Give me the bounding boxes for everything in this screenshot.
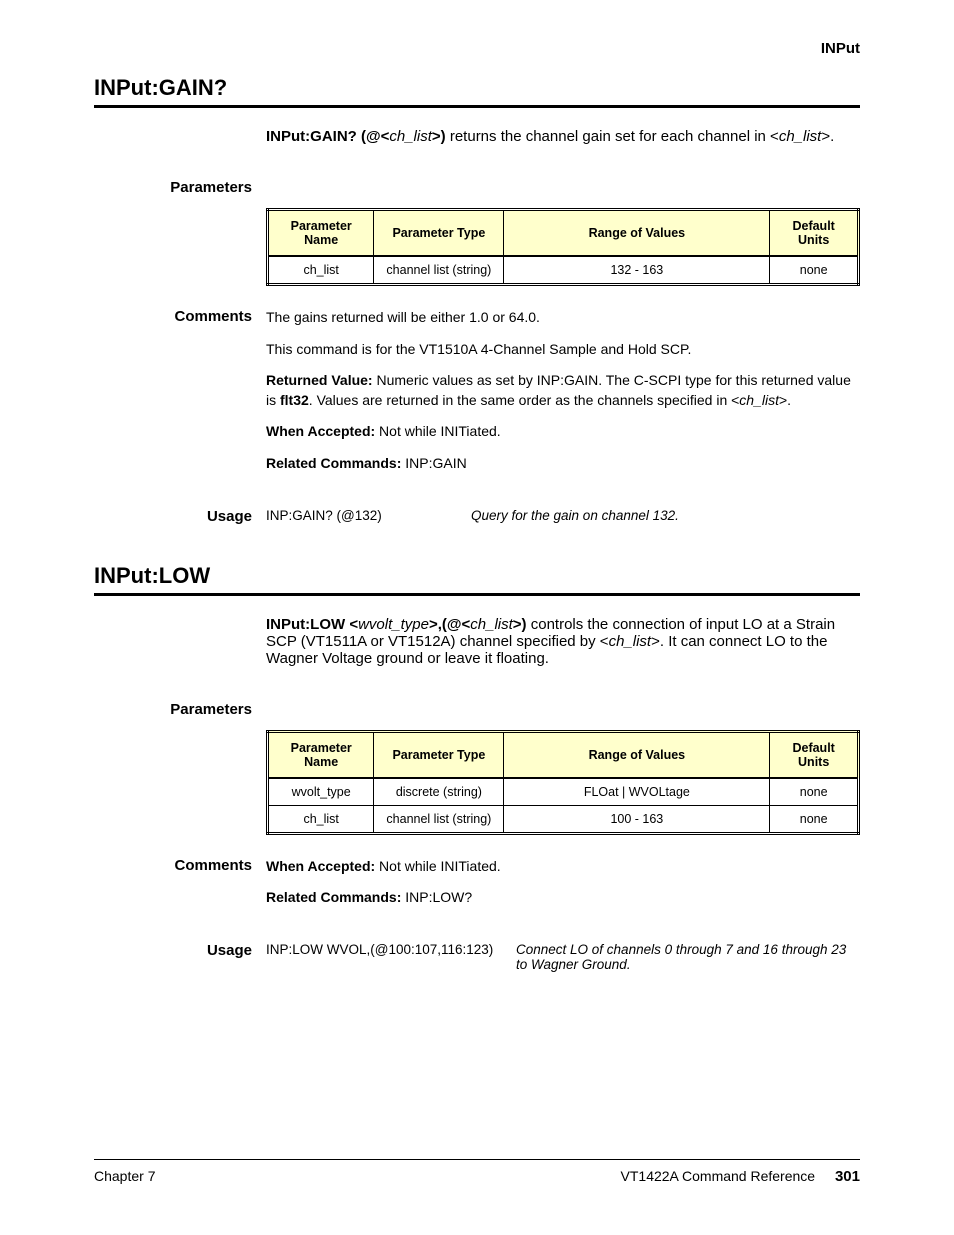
section-title-low: INPut:LOW xyxy=(94,563,860,589)
comment-line: This command is for the VT1510A 4-Channe… xyxy=(266,340,860,360)
table-row: ch_list channel list (string) 132 - 163 … xyxy=(268,256,859,285)
usage-line: INP:LOW WVOL,(@100:107,116:123) Connect … xyxy=(266,942,860,972)
cell: none xyxy=(770,805,859,833)
table-row: Parameter Name Parameter Type Range of V… xyxy=(268,731,859,778)
syntax-text: >) xyxy=(432,128,446,145)
comment-line: The gains returned will be either 1.0 or… xyxy=(266,308,860,328)
syntax-gain: INPut:GAIN? (@<ch_list>) returns the cha… xyxy=(266,128,860,145)
side-blank xyxy=(94,128,266,145)
usage-code: INP:LOW WVOL,(@100:107,116:123) xyxy=(266,942,516,972)
page-number: 301 xyxy=(835,1168,860,1185)
syntax-tail: returns the channel gain set for each ch… xyxy=(450,128,834,145)
usage-desc: Query for the gain on channel 132. xyxy=(471,508,679,523)
side-blank xyxy=(94,616,266,667)
cell: none xyxy=(770,778,859,806)
col-header: Parameter Type xyxy=(374,731,504,778)
parameters-table-gain: Parameter Name Parameter Type Range of V… xyxy=(266,208,860,286)
table-row: Parameter Name Parameter Type Range of V… xyxy=(268,210,859,257)
label-parameters: Parameters xyxy=(94,701,266,718)
comment-line: When Accepted: Not while INITiated. xyxy=(266,857,860,877)
label-comments: Comments xyxy=(94,857,266,920)
syntax-param: ch_list xyxy=(389,128,432,145)
comments-low: When Accepted: Not while INITiated. Rela… xyxy=(266,857,860,920)
usage-line: INP:GAIN? (@132) Query for the gain on c… xyxy=(266,508,860,523)
col-header: Range of Values xyxy=(504,210,770,257)
parameters-table-low: Parameter Name Parameter Type Range of V… xyxy=(266,730,860,835)
cell: FLOat | WVOLtage xyxy=(504,778,770,806)
table-row: wvolt_type discrete (string) FLOat | WVO… xyxy=(268,778,859,806)
page-footer: Chapter 7 VT1422A Command Reference 301 xyxy=(94,1159,860,1185)
section-rule xyxy=(94,593,860,596)
col-header: Default Units xyxy=(770,210,859,257)
page-header-right: INPut xyxy=(94,40,860,57)
cell: wvolt_type xyxy=(268,778,374,806)
col-header: Range of Values xyxy=(504,731,770,778)
cell: ch_list xyxy=(268,805,374,833)
comment-line: Returned Value: Numeric values as set by… xyxy=(266,371,860,410)
cell: 100 - 163 xyxy=(504,805,770,833)
label-parameters: Parameters xyxy=(94,179,266,196)
comment-line: When Accepted: Not while INITiated. xyxy=(266,422,860,442)
footer-doc-title: VT1422A Command Reference xyxy=(621,1168,816,1184)
comments-gain: The gains returned will be either 1.0 or… xyxy=(266,308,860,486)
col-header: Default Units xyxy=(770,731,859,778)
cell: ch_list xyxy=(268,256,374,285)
col-header: Parameter Name xyxy=(268,210,374,257)
footer-right: VT1422A Command Reference 301 xyxy=(621,1168,860,1185)
cell: discrete (string) xyxy=(374,778,504,806)
label-usage: Usage xyxy=(94,508,266,529)
cell: none xyxy=(770,256,859,285)
cell: channel list (string) xyxy=(374,805,504,833)
usage-code: INP:GAIN? (@132) xyxy=(266,508,471,523)
comment-line: Related Commands: INP:LOW? xyxy=(266,888,860,908)
cell: channel list (string) xyxy=(374,256,504,285)
footer-left: Chapter 7 xyxy=(94,1168,155,1185)
col-header: Parameter Name xyxy=(268,731,374,778)
usage-desc: Connect LO of channels 0 through 7 and 1… xyxy=(516,942,860,972)
cell: 132 - 163 xyxy=(504,256,770,285)
section-rule xyxy=(94,105,860,108)
col-header: Parameter Type xyxy=(374,210,504,257)
label-usage: Usage xyxy=(94,942,266,978)
label-comments: Comments xyxy=(94,308,266,486)
syntax-text: INPut:GAIN? (@< xyxy=(266,128,389,145)
table-row: ch_list channel list (string) 100 - 163 … xyxy=(268,805,859,833)
page: INPut INPut:GAIN? INPut:GAIN? (@<ch_list… xyxy=(0,0,954,1235)
syntax-low: INPut:LOW <wvolt_type>,(@<ch_list>) cont… xyxy=(266,616,860,667)
section-title-gain: INPut:GAIN? xyxy=(94,75,860,101)
comment-line: Related Commands: INP:GAIN xyxy=(266,454,860,474)
